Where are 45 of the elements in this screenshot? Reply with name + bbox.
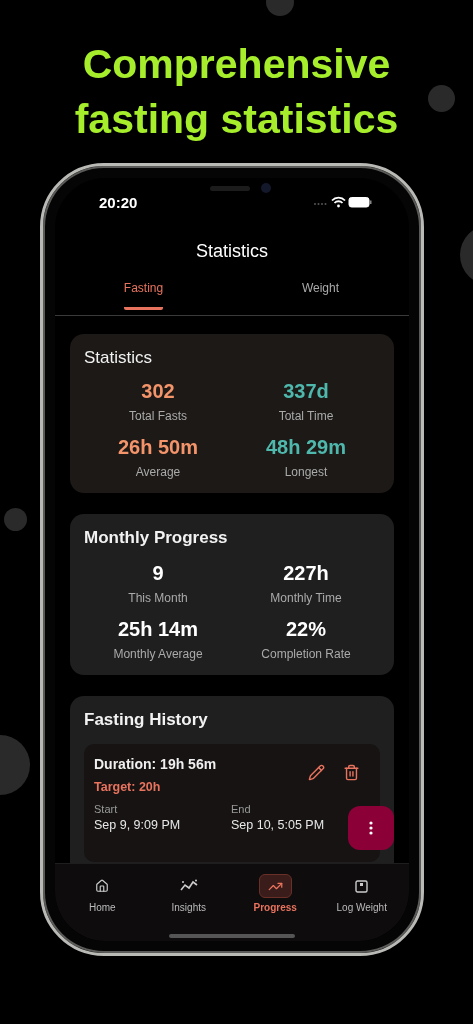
nav-item[interactable]: Log Weight [318, 874, 405, 918]
delete-button[interactable] [343, 764, 360, 781]
nav-item[interactable]: Progress [232, 874, 319, 918]
stat-value: 26h 50m [117, 436, 199, 459]
home-icon [95, 879, 110, 893]
stat-value: 48h 29m [265, 436, 347, 459]
status-icons [313, 196, 373, 208]
target-text: Target: 20h [94, 780, 162, 794]
background-circle [4, 508, 27, 531]
duration-text: Duration: 19h 56m [94, 756, 218, 772]
stat-label: Completion Rate [261, 647, 351, 661]
stat-label: This Month [128, 591, 188, 605]
scale-icon [355, 879, 369, 893]
card-title: Monthly Progress [84, 528, 229, 548]
headline: Comprehensive fasting statistics [73, 40, 400, 144]
stat-label: Total Fasts [129, 409, 187, 423]
stat-value: 22% [286, 618, 326, 641]
more-icon [369, 821, 373, 835]
stat-value: 9 [152, 562, 164, 585]
stat-label: Average [135, 465, 181, 479]
nav-item[interactable]: Insights [145, 874, 232, 918]
stat-label: Total Time [278, 409, 334, 423]
stat-value: 302 [141, 380, 175, 403]
background-circle [428, 85, 455, 112]
end-time: Sep 10, 5:05 PM [231, 818, 326, 832]
stat-value: 337d [283, 380, 329, 403]
tab[interactable]: Fasting [55, 281, 232, 315]
edit-button[interactable] [308, 764, 325, 781]
start-time: Sep 9, 9:09 PM [94, 818, 182, 832]
stat-label: Monthly Average [113, 647, 203, 661]
speaker-grille [210, 186, 250, 191]
tab[interactable]: Weight [232, 281, 409, 315]
stat-label: Longest [284, 465, 328, 479]
camera-dot [261, 183, 271, 193]
zigzag-icon [179, 879, 198, 893]
stat-value: 227h [283, 562, 329, 585]
stat-value: 25h 14m [117, 618, 199, 641]
card-title: Fasting History [84, 710, 209, 730]
card-title: Statistics [84, 348, 154, 368]
stat-label: Monthly Time [270, 591, 342, 605]
start-label: Start [94, 803, 119, 815]
end-label: End [231, 803, 252, 815]
status-time: 20:20 [99, 193, 138, 211]
nav-item[interactable]: Home [59, 874, 146, 918]
screen-title: Statistics [195, 240, 269, 263]
